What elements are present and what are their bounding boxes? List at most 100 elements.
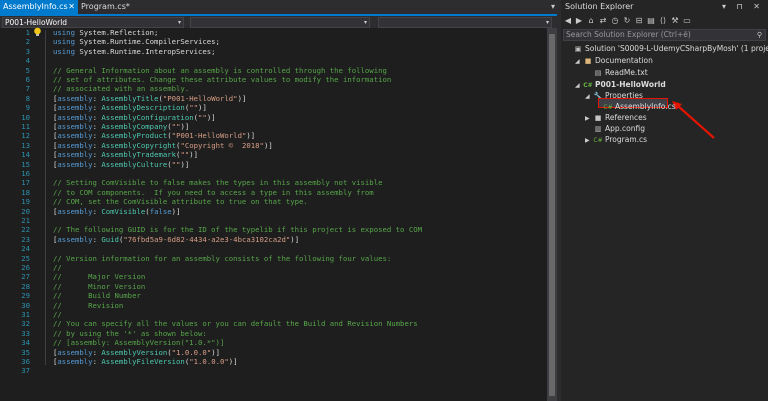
- code-line[interactable]: 26 //: [0, 263, 547, 272]
- code-line[interactable]: 12 [assembly: AssemblyProduct("P001-Hello…: [0, 131, 547, 140]
- line-number: 37: [21, 366, 30, 376]
- tree-item-label: AssemblyInfo.cs: [615, 102, 676, 111]
- code-line[interactable]: 20 [assembly: ComVisible(false)]: [0, 207, 547, 216]
- code-line[interactable]: 35 [assembly: AssemblyVersion("1.0.0.0")]: [0, 348, 547, 357]
- code-line[interactable]: 36 [assembly: AssemblyFileVersion("1.0.0.…: [0, 357, 547, 366]
- refresh-icon[interactable]: ↻: [622, 14, 632, 28]
- view-code-icon[interactable]: ⟨⟩: [658, 14, 668, 28]
- code-token: // Revision: [53, 300, 124, 310]
- line-number: 26: [21, 263, 30, 272]
- code-token: AssemblyVersion: [101, 347, 168, 357]
- code-line[interactable]: 6 // set of attributes. Change these attr…: [0, 75, 547, 84]
- properties-icon[interactable]: ⚒: [670, 14, 680, 28]
- forward-icon[interactable]: ▶: [574, 14, 584, 28]
- sync-icon[interactable]: ⇄: [598, 14, 608, 28]
- tree-item-app-config[interactable]: ▥ App.config: [585, 124, 645, 134]
- line-number: 20: [21, 206, 30, 216]
- code-line[interactable]: 15 [assembly: AssemblyCulture("")]: [0, 160, 547, 169]
- code-line[interactable]: 32 // You can specify all the values or y…: [0, 319, 547, 328]
- code-line[interactable]: 4: [0, 56, 547, 65]
- code-text: using System.Runtime.InteropServices;: [53, 47, 216, 56]
- code-line[interactable]: 19 // COM, set the ComVisible attribute t…: [0, 197, 547, 206]
- code-line[interactable]: 7 // associated with an assembly.: [0, 84, 547, 93]
- preview-icon[interactable]: ▭: [682, 14, 692, 28]
- line-number: 29: [21, 291, 30, 301]
- code-line[interactable]: 30 // Revision: [0, 301, 547, 310]
- tree-item-solution-s0009-l-udemycsharpbymosh-1-project[interactable]: ▣ Solution 'S0009-L-UdemyCSharpByMosh' (1…: [565, 44, 768, 54]
- code-token: assembly: [57, 357, 93, 366]
- code-line[interactable]: 22 // The following GUID is for the ID of…: [0, 225, 547, 234]
- project-combo[interactable]: P001-HelloWorld ▾: [2, 17, 184, 28]
- tree-item-label: References: [605, 113, 647, 122]
- line-number: 18: [21, 187, 30, 197]
- code-line[interactable]: 21: [0, 216, 547, 225]
- tree-item-assemblyinfo-cs[interactable]: C# AssemblyInfo.cs: [595, 102, 676, 112]
- expander-icon[interactable]: ◢: [575, 57, 583, 67]
- tree-item-references[interactable]: ▶ ■ References: [585, 113, 647, 123]
- code-line[interactable]: 18 // to COM components. If you need to a…: [0, 188, 547, 197]
- back-icon[interactable]: ◀: [563, 14, 573, 28]
- code-line[interactable]: 27 // Major Version: [0, 272, 547, 281]
- tree-item-label: P001-HelloWorld: [595, 80, 666, 89]
- code-token: assembly: [57, 112, 93, 122]
- solution-search-input[interactable]: Search Solution Explorer (Ctrl+ë) ⚲: [563, 29, 766, 41]
- code-token: // Version information for an assembly c…: [53, 253, 392, 263]
- line-number: 23: [21, 234, 30, 244]
- scrollbar-thumb[interactable]: [549, 34, 555, 396]
- code-line[interactable]: 37: [0, 366, 547, 375]
- expander-icon[interactable]: ◢: [585, 92, 593, 102]
- expander-icon[interactable]: ▶: [585, 136, 593, 146]
- editor-scrollbar[interactable]: [547, 28, 557, 401]
- window-buttons[interactable]: ▾ ⊓ ✕: [722, 0, 764, 14]
- code-line[interactable]: 2 using System.Runtime.CompilerServices;: [0, 37, 547, 46]
- line-number: 13: [21, 140, 30, 150]
- expander-icon[interactable]: ▶: [585, 114, 593, 124]
- code-line[interactable]: 29 // Build Number: [0, 291, 547, 300]
- tab-program[interactable]: Program.cs*: [78, 0, 153, 14]
- code-line[interactable]: 14 [assembly: AssemblyTrademark("")]: [0, 150, 547, 159]
- code-line[interactable]: 3 using System.Runtime.InteropServices;: [0, 47, 547, 56]
- code-line[interactable]: 23 [assembly: Guid("76fbd5a9-6d82-4434-a2…: [0, 235, 547, 244]
- code-line[interactable]: 33 // by using the '*' as shown below:: [0, 329, 547, 338]
- code-line[interactable]: 13 [assembly: AssemblyCopyright("Copyrigh…: [0, 141, 547, 150]
- close-icon[interactable]: ✕: [68, 0, 75, 14]
- collapse-all-icon[interactable]: ⊟: [634, 14, 644, 28]
- code-token: AssemblyTitle: [101, 93, 159, 103]
- solution-explorer-toolbar: ◀ ▶ ⌂ ⇄ ◷ ↻ ⊟ ▤ ⟨⟩ ⚒ ▭: [561, 14, 768, 28]
- expander-icon[interactable]: ◢: [575, 81, 583, 91]
- type-combo[interactable]: ▾: [190, 17, 370, 28]
- code-line[interactable]: 28 // Minor Version: [0, 282, 547, 291]
- code-line[interactable]: 1 using System.Reflection;: [0, 28, 547, 37]
- tab-assemblyinfo[interactable]: AssemblyInfo.cs ✕: [0, 0, 78, 14]
- home-icon[interactable]: ⌂: [586, 14, 596, 28]
- code-line[interactable]: 5 // General Information about an assembl…: [0, 66, 547, 75]
- history-icon[interactable]: ◷: [610, 14, 620, 28]
- line-number: 32: [21, 319, 30, 329]
- code-text: [assembly: AssemblyFileVersion("1.0.0.0"…: [53, 357, 238, 366]
- tree-item-program-cs[interactable]: ▶ C# Program.cs: [585, 135, 647, 145]
- code-line[interactable]: 8 [assembly: AssemblyTitle("P001-HelloWor…: [0, 94, 547, 103]
- code-line[interactable]: 31 //: [0, 310, 547, 319]
- code-token: // Major Version: [53, 272, 146, 282]
- code-line[interactable]: 16: [0, 169, 547, 178]
- code-line[interactable]: 25 // Version information for an assembly…: [0, 254, 547, 263]
- code-token: // to COM components. If you need to acc…: [53, 187, 374, 197]
- tab-dropdown-icon[interactable]: ▾: [551, 0, 555, 14]
- code-token: // [assembly: AssemblyVersion("1.0.*")]: [53, 338, 225, 348]
- code-line[interactable]: 9 [assembly: AssemblyDescription("")]: [0, 103, 547, 112]
- tree-item-p001-helloworld[interactable]: ◢ C# P001-HelloWorld: [575, 80, 666, 90]
- tree-item-documentation[interactable]: ◢ ■ Documentation: [575, 56, 653, 66]
- code-line[interactable]: 24: [0, 244, 547, 253]
- code-line[interactable]: 34 // [assembly: AssemblyVersion("1.0.*")…: [0, 338, 547, 347]
- member-combo[interactable]: ▾: [378, 17, 552, 28]
- code-line[interactable]: 11 [assembly: AssemblyCompany("")]: [0, 122, 547, 131]
- code-line[interactable]: 10 [assembly: AssemblyConfiguration("")]: [0, 113, 547, 122]
- code-line[interactable]: 17 // Setting ComVisible to false makes t…: [0, 178, 547, 187]
- code-token: )]: [189, 150, 199, 160]
- code-token: // The following GUID is for the ID of t…: [53, 225, 423, 235]
- code-token: AssemblyCopyright: [101, 140, 177, 150]
- tree-item-readme-txt[interactable]: ▤ ReadMe.txt: [585, 68, 648, 78]
- lightbulb-icon[interactable]: [33, 27, 42, 37]
- code-editor[interactable]: 1 using System.Reflection; 2 using System.R…: [0, 28, 547, 401]
- show-all-files-icon[interactable]: ▤: [646, 14, 656, 28]
